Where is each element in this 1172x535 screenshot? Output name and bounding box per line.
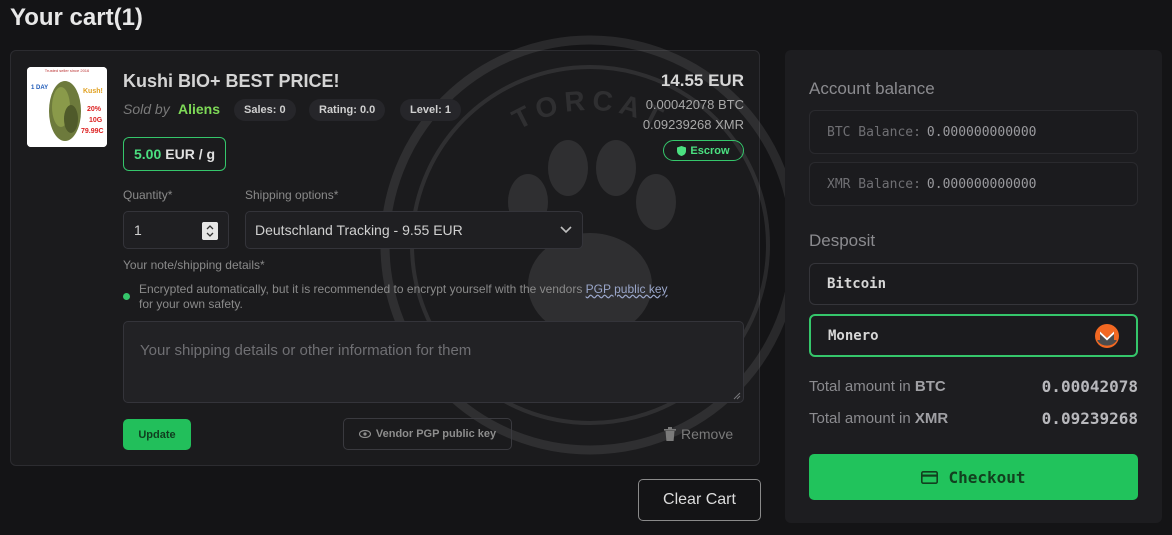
quantity-label: Quantity* (123, 188, 173, 202)
shipping-select[interactable]: Deutschland Tracking - 9.55 EUR (245, 211, 583, 249)
note-textarea[interactable]: Your shipping details or other informati… (123, 321, 744, 403)
monero-label: Monero (828, 327, 879, 344)
checkout-label: Checkout (948, 467, 1026, 487)
image-discount-text: 20% (87, 106, 102, 113)
quantity-input[interactable]: 1 (123, 211, 229, 249)
unit-price-badge: 5.00 EUR / g (123, 137, 227, 171)
clear-cart-button[interactable]: Clear Cart (638, 479, 761, 521)
total-xmr-value: 0.09239268 (1041, 409, 1138, 428)
image-weight-text: 10G (89, 117, 103, 124)
monero-icon (1095, 324, 1119, 348)
btc-balance-value: 0.000000000000 (926, 124, 1037, 140)
trash-icon (664, 427, 676, 441)
unit-price-value: 5.00 (134, 146, 162, 162)
page-title: Your cart(1) (10, 4, 143, 31)
escrow-label: Escrow (690, 144, 730, 157)
vendor-link[interactable]: Aliens (178, 101, 220, 117)
escrow-badge: Escrow (663, 140, 744, 161)
sales-badge: Sales: 0 (234, 99, 296, 121)
image-price-text: 79.99C (81, 128, 104, 135)
monero-option[interactable]: Monero (809, 314, 1138, 357)
bitcoin-label: Bitcoin (827, 276, 887, 292)
shield-icon (677, 145, 687, 156)
rating-badge: Rating: 0.0 (309, 99, 386, 121)
total-xmr-label: Total amount in XMR (809, 410, 948, 427)
total-btc-coin: BTC (914, 378, 946, 395)
vendor-key-label: Vendor PGP public key (375, 428, 497, 440)
product-title[interactable]: Kushi BIO+ BEST PRICE! (123, 71, 340, 92)
price-eur: 14.55 EUR (660, 71, 744, 90)
price-xmr: 0.09239268 XMR (642, 117, 744, 132)
total-btc-prefix: Total amount in (809, 378, 911, 395)
chevron-down-icon (560, 226, 572, 234)
quantity-value: 1 (134, 222, 142, 238)
encrypt-text-end: for your own safety. (139, 297, 243, 311)
checkout-button[interactable]: Checkout (809, 454, 1138, 500)
remove-label: Remove (681, 426, 734, 442)
pgp-key-link[interactable]: PGP public key (586, 282, 668, 296)
total-xmr-prefix: Total amount in (809, 410, 911, 427)
encrypt-note: Encrypted automatically, but it is recom… (139, 282, 749, 312)
xmr-balance-field: XMR Balance: 0.000000000000 (809, 162, 1138, 206)
resize-handle-icon[interactable] (733, 392, 741, 400)
total-btc-value: 0.00042078 (1041, 377, 1138, 396)
total-xmr-coin: XMR (914, 410, 949, 427)
xmr-balance-value: 0.000000000000 (926, 176, 1037, 192)
total-btc-label: Total amount in BTC (809, 378, 946, 395)
deposit-heading: Desposit (809, 231, 876, 250)
image-day-text: 1 DAY (31, 85, 48, 91)
note-placeholder: Your shipping details or other informati… (140, 342, 472, 359)
remove-button[interactable]: Remove (664, 426, 733, 442)
shipping-label: Shipping options* (245, 188, 339, 202)
level-badge: Level: 1 (400, 99, 461, 121)
btc-balance-label: BTC Balance: (827, 124, 921, 140)
shipping-value: Deutschland Tracking - 9.55 EUR (255, 222, 463, 238)
quantity-stepper[interactable] (202, 222, 218, 240)
eye-icon (358, 430, 371, 438)
image-brand-text: Kush! (83, 88, 103, 95)
bitcoin-option[interactable]: Bitcoin (809, 263, 1138, 305)
encrypt-text: Encrypted automatically, but it is recom… (139, 282, 583, 296)
unit-price-unit: EUR / g (165, 146, 216, 162)
status-dot (123, 293, 130, 300)
btc-balance-field: BTC Balance: 0.000000000000 (809, 110, 1138, 154)
note-label: Your note/shipping details* (123, 258, 265, 272)
update-button[interactable]: Update (123, 419, 191, 450)
vendor-pgp-key-button[interactable]: Vendor PGP public key (343, 418, 512, 450)
account-balance-heading: Account balance (809, 79, 935, 98)
image-banner-text: Trusted seller since 2016 (45, 68, 90, 73)
xmr-balance-label: XMR Balance: (827, 176, 921, 192)
price-btc: 0.00042078 BTC (645, 97, 744, 112)
product-image[interactable]: Trusted seller since 2016 1 DAY Kush! 20… (27, 67, 107, 147)
sold-by-label: Sold by (123, 101, 170, 117)
card-icon (921, 470, 939, 484)
